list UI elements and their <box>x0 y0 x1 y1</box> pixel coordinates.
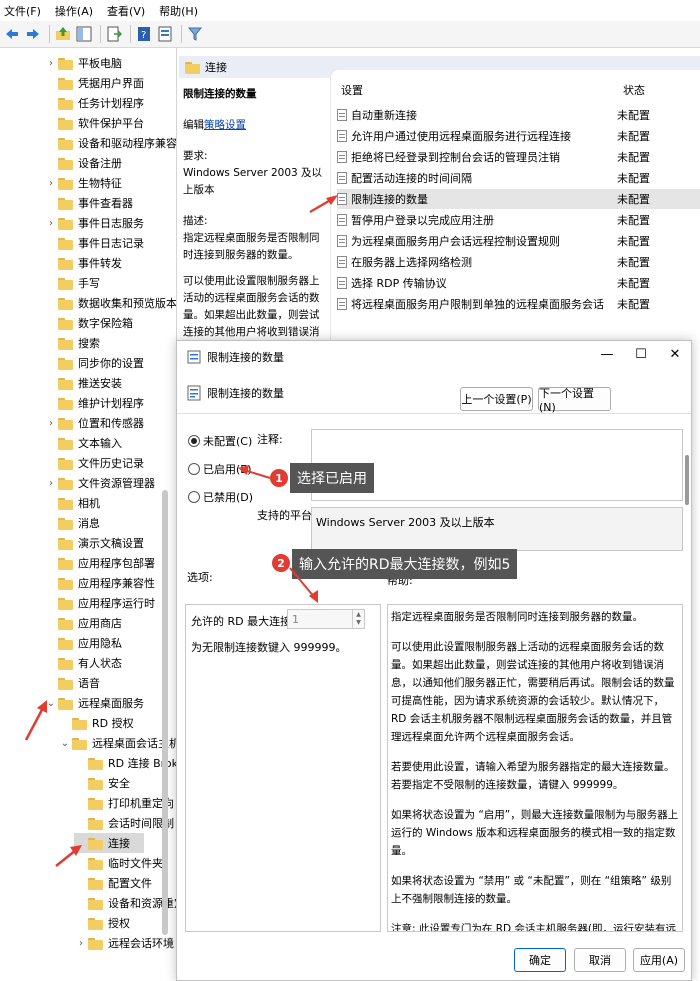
arrow-to-connection-node <box>55 845 82 867</box>
annotation-arrows <box>24 195 338 867</box>
arrow-to-rds-node <box>24 700 47 741</box>
arrow-to-enabled <box>238 465 271 479</box>
arrow-to-stepper <box>289 567 318 603</box>
arrow-to-list-item <box>309 195 338 213</box>
